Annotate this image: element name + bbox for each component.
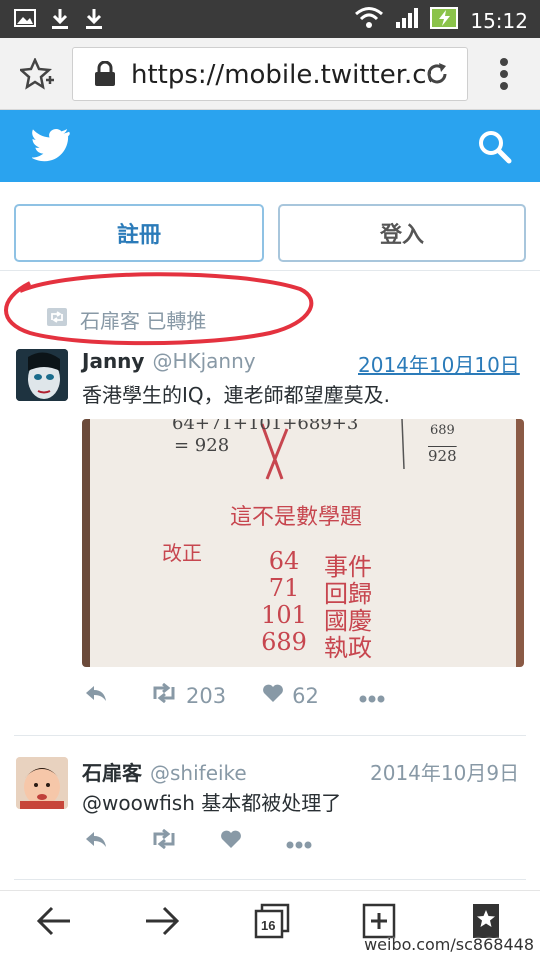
status-bar: 15:12	[0, 0, 540, 38]
tweet-author-handle[interactable]: @HKjanny	[152, 349, 255, 373]
more-options-icon[interactable]	[359, 684, 385, 708]
twitter-header	[0, 110, 540, 182]
image-lines: 64 事件 71 回歸 101 國慶 689 執政	[260, 547, 372, 662]
browser-bottom-nav: 16 weibo.com/sc868448	[0, 890, 540, 960]
tweet-actions	[84, 828, 312, 854]
tabs-count: 16	[261, 918, 276, 933]
register-button[interactable]: 註冊	[14, 204, 264, 262]
tweet-author-name[interactable]: 石扉客	[82, 757, 142, 786]
tweet-text: 香港學生的IQ，連老師都望塵莫及.	[82, 383, 390, 407]
tweet-author: 石扉客 @shifeike	[82, 757, 247, 786]
image-line-num: 101	[261, 601, 307, 629]
tweet-author-handle[interactable]: @shifeike	[150, 761, 247, 785]
tweet-divider	[14, 735, 526, 736]
forward-arrow-icon[interactable]	[144, 905, 180, 942]
image-line-word: 執政	[324, 634, 372, 662]
tweet-author-name[interactable]: Janny	[82, 349, 144, 373]
tweet-date[interactable]: 2014年10月10日	[358, 349, 520, 378]
weibo-watermark: weibo.com/sc868448	[364, 935, 534, 954]
tweet-image[interactable]: 64+71+101+689+3 = 928 689 928 這不是數學題 改正 …	[82, 419, 524, 667]
reply-icon[interactable]	[84, 683, 108, 708]
browser-toolbar: https://mobile.twitter.co	[0, 38, 540, 110]
image-icon	[14, 8, 36, 35]
image-line: 71 回歸	[260, 574, 372, 608]
image-line: 689 執政	[260, 628, 372, 662]
login-button[interactable]: 登入	[278, 204, 526, 262]
avatar[interactable]	[16, 349, 68, 401]
image-correction-label: 改正	[162, 541, 202, 565]
image-line-word: 國慶	[324, 607, 372, 635]
image-line-num: 689	[261, 628, 307, 656]
retweet-icon	[46, 307, 68, 332]
tweet-date[interactable]: 2014年10月9日	[370, 757, 519, 786]
tweet-divider	[14, 879, 526, 880]
heart-icon[interactable]	[220, 829, 242, 854]
tweet-actions: 203 62	[84, 682, 385, 708]
image-calc-right: 689	[430, 423, 455, 438]
avatar[interactable]	[16, 757, 68, 809]
twitter-bird-icon[interactable]	[31, 128, 72, 167]
like-button[interactable]: 62	[262, 683, 319, 708]
retweet-context: 石扉客 已轉推	[46, 305, 206, 334]
image-calc-right-result: 928	[428, 447, 457, 465]
image-line: 64 事件	[260, 547, 372, 581]
retweet-context-text: 石扉客 已轉推	[80, 309, 207, 333]
more-options-icon[interactable]	[286, 830, 312, 854]
overflow-menu-icon[interactable]	[498, 56, 510, 97]
battery-charging-icon	[430, 6, 460, 35]
url-bar[interactable]: https://mobile.twitter.co	[72, 47, 468, 101]
tweet-author: Janny @HKjanny	[82, 349, 256, 373]
tweet-text: @woowfish 基本都被处理了	[82, 791, 342, 815]
timeline: 石扉客 已轉推 Janny @HKjanny 2014年10月10日 香港學生的…	[0, 270, 540, 890]
wifi-icon	[354, 6, 384, 35]
image-line-num: 71	[268, 574, 300, 602]
like-count: 62	[292, 683, 319, 708]
search-icon[interactable]	[478, 130, 512, 169]
reply-icon[interactable]	[84, 829, 108, 854]
image-line-word: 回歸	[324, 580, 372, 608]
retweet-icon[interactable]	[150, 828, 178, 854]
star-add-icon[interactable]	[18, 56, 54, 95]
image-note: 這不是數學題	[230, 505, 363, 530]
download-icon	[50, 8, 70, 35]
reload-icon[interactable]	[425, 62, 449, 91]
back-arrow-icon[interactable]	[36, 905, 72, 942]
tabs-icon[interactable]: 16	[254, 903, 290, 939]
image-line: 101 國慶	[260, 601, 372, 635]
download-icon	[84, 8, 104, 35]
retweet-button[interactable]: 203	[150, 682, 227, 708]
heart-icon	[262, 683, 284, 708]
signal-icon	[394, 6, 420, 35]
image-calc-top: 64+71+101+689+3	[172, 419, 359, 434]
retweet-count: 203	[186, 683, 227, 708]
url-text[interactable]: https://mobile.twitter.co	[131, 60, 431, 90]
image-calc-result: = 928	[174, 435, 230, 456]
lock-icon	[93, 60, 117, 92]
retweet-icon	[150, 682, 178, 708]
image-line-num: 64	[268, 547, 300, 575]
status-clock: 15:12	[470, 8, 528, 33]
image-line-word: 事件	[324, 553, 372, 581]
